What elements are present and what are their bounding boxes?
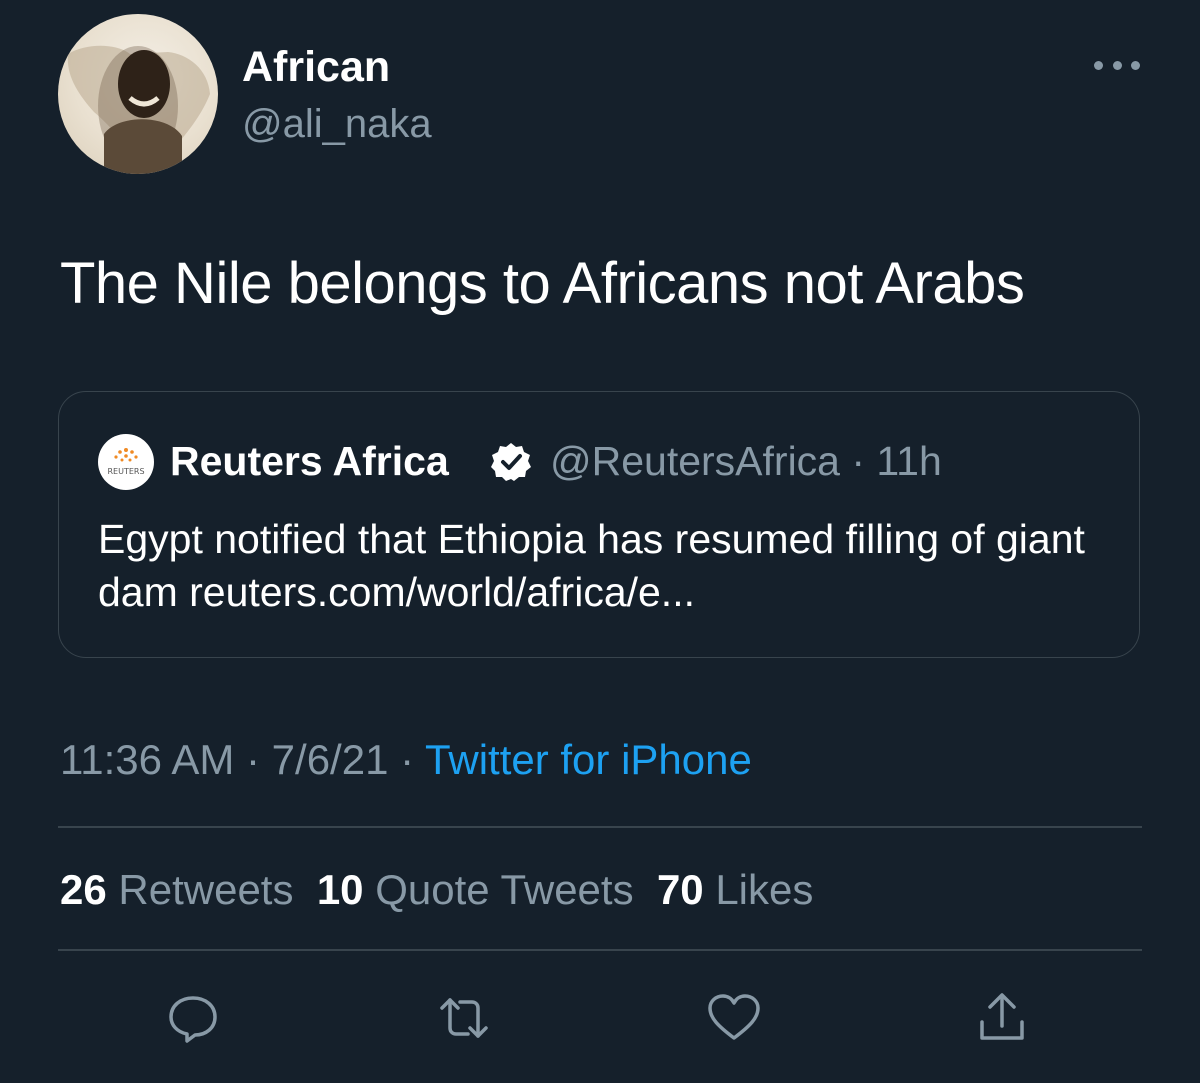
verified-badge-icon — [490, 441, 532, 483]
divider — [58, 949, 1142, 951]
likes-count: 70 — [656, 866, 704, 913]
retweets-count: 26 — [60, 866, 107, 913]
tweet-date: 7/6/21 — [271, 736, 389, 783]
more-dot — [1112, 60, 1122, 70]
tweet-stats: 26 Retweets 10 Quote Tweets 70 Likes — [60, 864, 813, 916]
tweet-text: The Nile belongs to Africans not Arabs — [60, 251, 1025, 316]
svg-text:REUTERS: REUTERS — [107, 467, 144, 476]
separator-dot: · — [388, 736, 426, 783]
source-link[interactable]: Twitter for iPhone — [425, 736, 752, 783]
quotes-label: Quote Tweets — [375, 866, 634, 913]
quotes-stat[interactable]: 10 Quote Tweets — [317, 866, 634, 913]
reuters-logo-icon: REUTERS — [98, 434, 154, 490]
separator-dot: · — [839, 438, 877, 484]
likes-stat[interactable]: 70 Likes — [657, 866, 813, 913]
tweet-time: 11:36 AM — [60, 736, 235, 783]
quoted-time: 11h — [876, 438, 942, 484]
heart-icon[interactable] — [704, 990, 764, 1046]
more-icon[interactable] — [1094, 50, 1140, 80]
tweet-meta: 11:36 AM · 7/6/21 · Twitter for iPhone — [60, 734, 752, 786]
reply-icon[interactable] — [163, 990, 223, 1046]
retweet-icon[interactable] — [434, 990, 494, 1046]
more-dot — [1131, 60, 1140, 70]
quoted-handle-time: @ReutersAfrica · 11h — [550, 435, 942, 487]
retweets-stat[interactable]: 26 Retweets — [60, 866, 293, 913]
author-handle[interactable]: @ali_naka — [242, 100, 432, 148]
retweets-label: Retweets — [118, 866, 294, 913]
separator-dot: · — [234, 736, 272, 783]
author-name[interactable]: African — [242, 42, 390, 92]
likes-label: Likes — [715, 866, 814, 913]
avatar[interactable] — [58, 14, 218, 174]
quotes-count: 10 — [316, 866, 364, 913]
quoted-handle[interactable]: @ReutersAfrica — [550, 438, 840, 484]
quoted-author-name[interactable]: Reuters Africa — [170, 435, 449, 487]
share-icon[interactable] — [972, 990, 1032, 1046]
quoted-text: Egypt notified that Ethiopia has resumed… — [98, 516, 1085, 615]
divider — [58, 826, 1142, 828]
more-dot — [1094, 60, 1103, 70]
